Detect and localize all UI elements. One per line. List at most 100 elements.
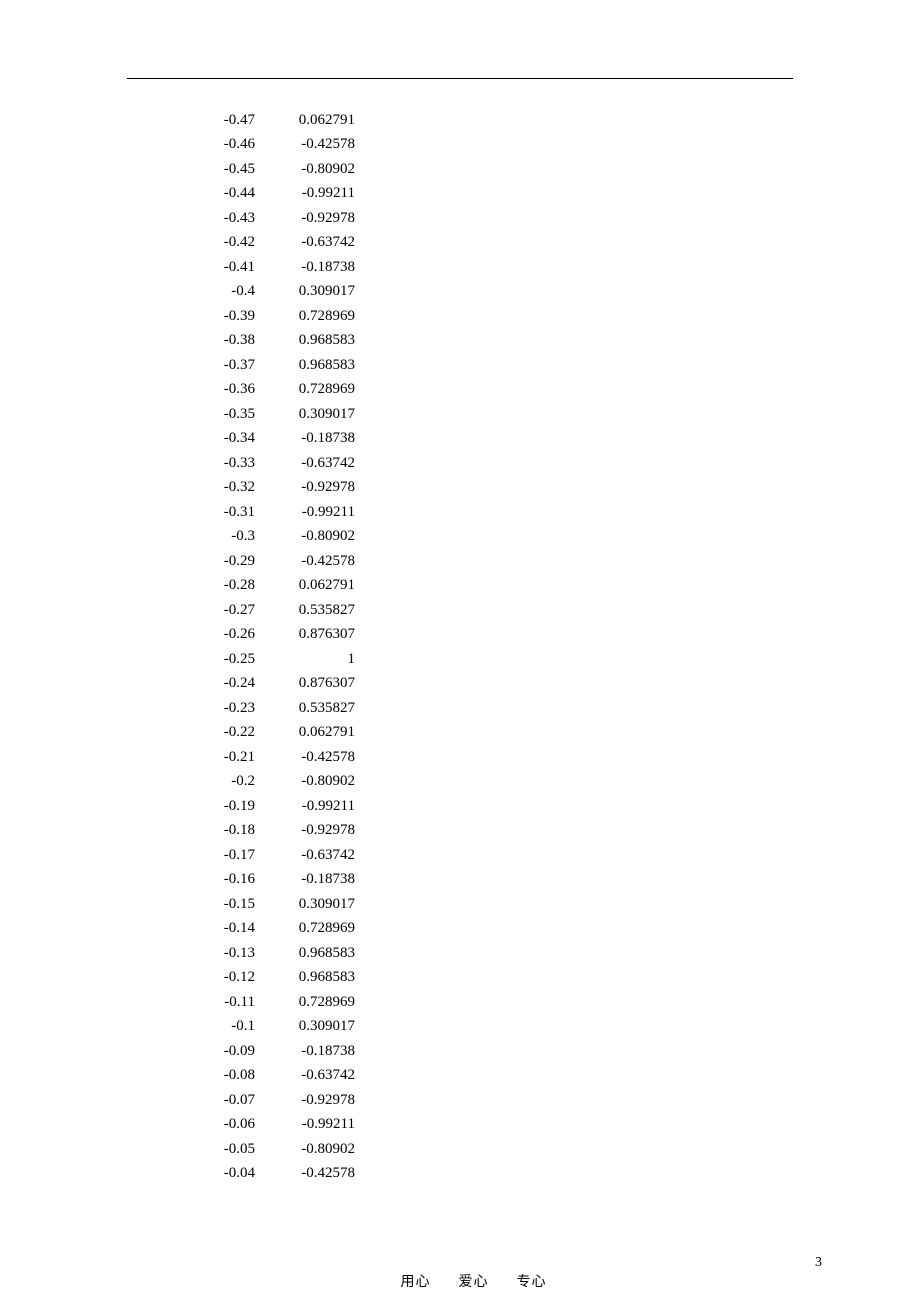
cell-col-a: -0.08 xyxy=(195,1068,255,1083)
table-row: -0.44-0.99211 xyxy=(195,182,355,207)
cell-col-b: 0.728969 xyxy=(255,995,355,1010)
cell-col-a: -0.33 xyxy=(195,456,255,471)
header-rule xyxy=(127,78,793,79)
cell-col-b: -0.42578 xyxy=(255,554,355,569)
cell-col-a: -0.24 xyxy=(195,676,255,691)
cell-col-a: -0.05 xyxy=(195,1142,255,1157)
cell-col-b: 0.728969 xyxy=(255,382,355,397)
cell-col-a: -0.22 xyxy=(195,725,255,740)
table-row: -0.29-0.42578 xyxy=(195,549,355,574)
cell-col-b: -0.63742 xyxy=(255,1068,355,1083)
table-row: -0.08-0.63742 xyxy=(195,1064,355,1089)
table-row: -0.46-0.42578 xyxy=(195,133,355,158)
cell-col-b: 0.535827 xyxy=(255,603,355,618)
table-row: -0.240.876307 xyxy=(195,672,355,697)
table-row: -0.33-0.63742 xyxy=(195,451,355,476)
cell-col-a: -0.2 xyxy=(195,774,255,789)
table-row: -0.270.535827 xyxy=(195,598,355,623)
table-row: -0.09-0.18738 xyxy=(195,1039,355,1064)
table-row: -0.40.309017 xyxy=(195,280,355,305)
cell-col-b: -0.92978 xyxy=(255,823,355,838)
cell-col-a: -0.17 xyxy=(195,848,255,863)
cell-col-b: 0.968583 xyxy=(255,946,355,961)
cell-col-a: -0.39 xyxy=(195,309,255,324)
cell-col-b: 0.968583 xyxy=(255,358,355,373)
cell-col-a: -0.16 xyxy=(195,872,255,887)
cell-col-b: -0.80902 xyxy=(255,774,355,789)
cell-col-a: -0.27 xyxy=(195,603,255,618)
cell-col-a: -0.38 xyxy=(195,333,255,348)
cell-col-b: 0.876307 xyxy=(255,627,355,642)
table-row: -0.06-0.99211 xyxy=(195,1113,355,1138)
table-row: -0.19-0.99211 xyxy=(195,794,355,819)
cell-col-a: -0.14 xyxy=(195,921,255,936)
cell-col-b: -0.42578 xyxy=(255,750,355,765)
cell-col-a: -0.43 xyxy=(195,211,255,226)
cell-col-b: -0.80902 xyxy=(255,1142,355,1157)
cell-col-b: 0.876307 xyxy=(255,676,355,691)
cell-col-a: -0.41 xyxy=(195,260,255,275)
table-row: -0.360.728969 xyxy=(195,378,355,403)
cell-col-b: 0.309017 xyxy=(255,897,355,912)
cell-col-b: -0.63742 xyxy=(255,456,355,471)
cell-col-a: -0.26 xyxy=(195,627,255,642)
cell-col-a: -0.06 xyxy=(195,1117,255,1132)
table-row: -0.17-0.63742 xyxy=(195,843,355,868)
footer-word-3: 专心 xyxy=(517,1275,547,1290)
table-row: -0.120.968583 xyxy=(195,966,355,991)
table-row: -0.31-0.99211 xyxy=(195,500,355,525)
cell-col-a: -0.44 xyxy=(195,186,255,201)
cell-col-b: -0.92978 xyxy=(255,1093,355,1108)
cell-col-b: -0.42578 xyxy=(255,1166,355,1181)
table-row: -0.350.309017 xyxy=(195,402,355,427)
cell-col-b: -0.63742 xyxy=(255,235,355,250)
cell-col-b: -0.80902 xyxy=(255,529,355,544)
cell-col-a: -0.29 xyxy=(195,554,255,569)
cell-col-a: -0.1 xyxy=(195,1019,255,1034)
cell-col-a: -0.15 xyxy=(195,897,255,912)
table-row: -0.04-0.42578 xyxy=(195,1162,355,1187)
cell-col-a: -0.42 xyxy=(195,235,255,250)
cell-col-b: -0.92978 xyxy=(255,480,355,495)
cell-col-a: -0.28 xyxy=(195,578,255,593)
cell-col-b: 1 xyxy=(255,652,355,667)
cell-col-b: -0.18738 xyxy=(255,260,355,275)
table-row: -0.150.309017 xyxy=(195,892,355,917)
cell-col-b: -0.42578 xyxy=(255,137,355,152)
cell-col-b: 0.062791 xyxy=(255,113,355,128)
table-row: -0.10.309017 xyxy=(195,1015,355,1040)
table-row: -0.370.968583 xyxy=(195,353,355,378)
cell-col-b: -0.99211 xyxy=(255,1117,355,1132)
table-row: -0.42-0.63742 xyxy=(195,231,355,256)
cell-col-b: -0.99211 xyxy=(255,799,355,814)
footer-word-1: 用心 xyxy=(401,1275,431,1290)
table-row: -0.16-0.18738 xyxy=(195,868,355,893)
cell-col-b: -0.99211 xyxy=(255,505,355,520)
table-row: -0.21-0.42578 xyxy=(195,745,355,770)
page-number: 3 xyxy=(815,1255,822,1271)
cell-col-b: 0.062791 xyxy=(255,725,355,740)
data-table: -0.470.062791-0.46-0.42578-0.45-0.80902-… xyxy=(195,108,355,1186)
cell-col-a: -0.36 xyxy=(195,382,255,397)
table-row: -0.251 xyxy=(195,647,355,672)
cell-col-b: 0.968583 xyxy=(255,970,355,985)
cell-col-a: -0.12 xyxy=(195,970,255,985)
cell-col-a: -0.13 xyxy=(195,946,255,961)
cell-col-b: -0.18738 xyxy=(255,872,355,887)
cell-col-a: -0.04 xyxy=(195,1166,255,1181)
table-row: -0.380.968583 xyxy=(195,329,355,354)
cell-col-a: -0.46 xyxy=(195,137,255,152)
table-row: -0.41-0.18738 xyxy=(195,255,355,280)
cell-col-a: -0.18 xyxy=(195,823,255,838)
cell-col-b: -0.80902 xyxy=(255,162,355,177)
cell-col-a: -0.31 xyxy=(195,505,255,520)
footer-word-2: 爱心 xyxy=(459,1275,489,1290)
table-row: -0.140.728969 xyxy=(195,917,355,942)
table-row: -0.05-0.80902 xyxy=(195,1137,355,1162)
cell-col-a: -0.3 xyxy=(195,529,255,544)
cell-col-a: -0.11 xyxy=(195,995,255,1010)
cell-col-a: -0.37 xyxy=(195,358,255,373)
cell-col-a: -0.34 xyxy=(195,431,255,446)
table-row: -0.130.968583 xyxy=(195,941,355,966)
table-row: -0.280.062791 xyxy=(195,574,355,599)
